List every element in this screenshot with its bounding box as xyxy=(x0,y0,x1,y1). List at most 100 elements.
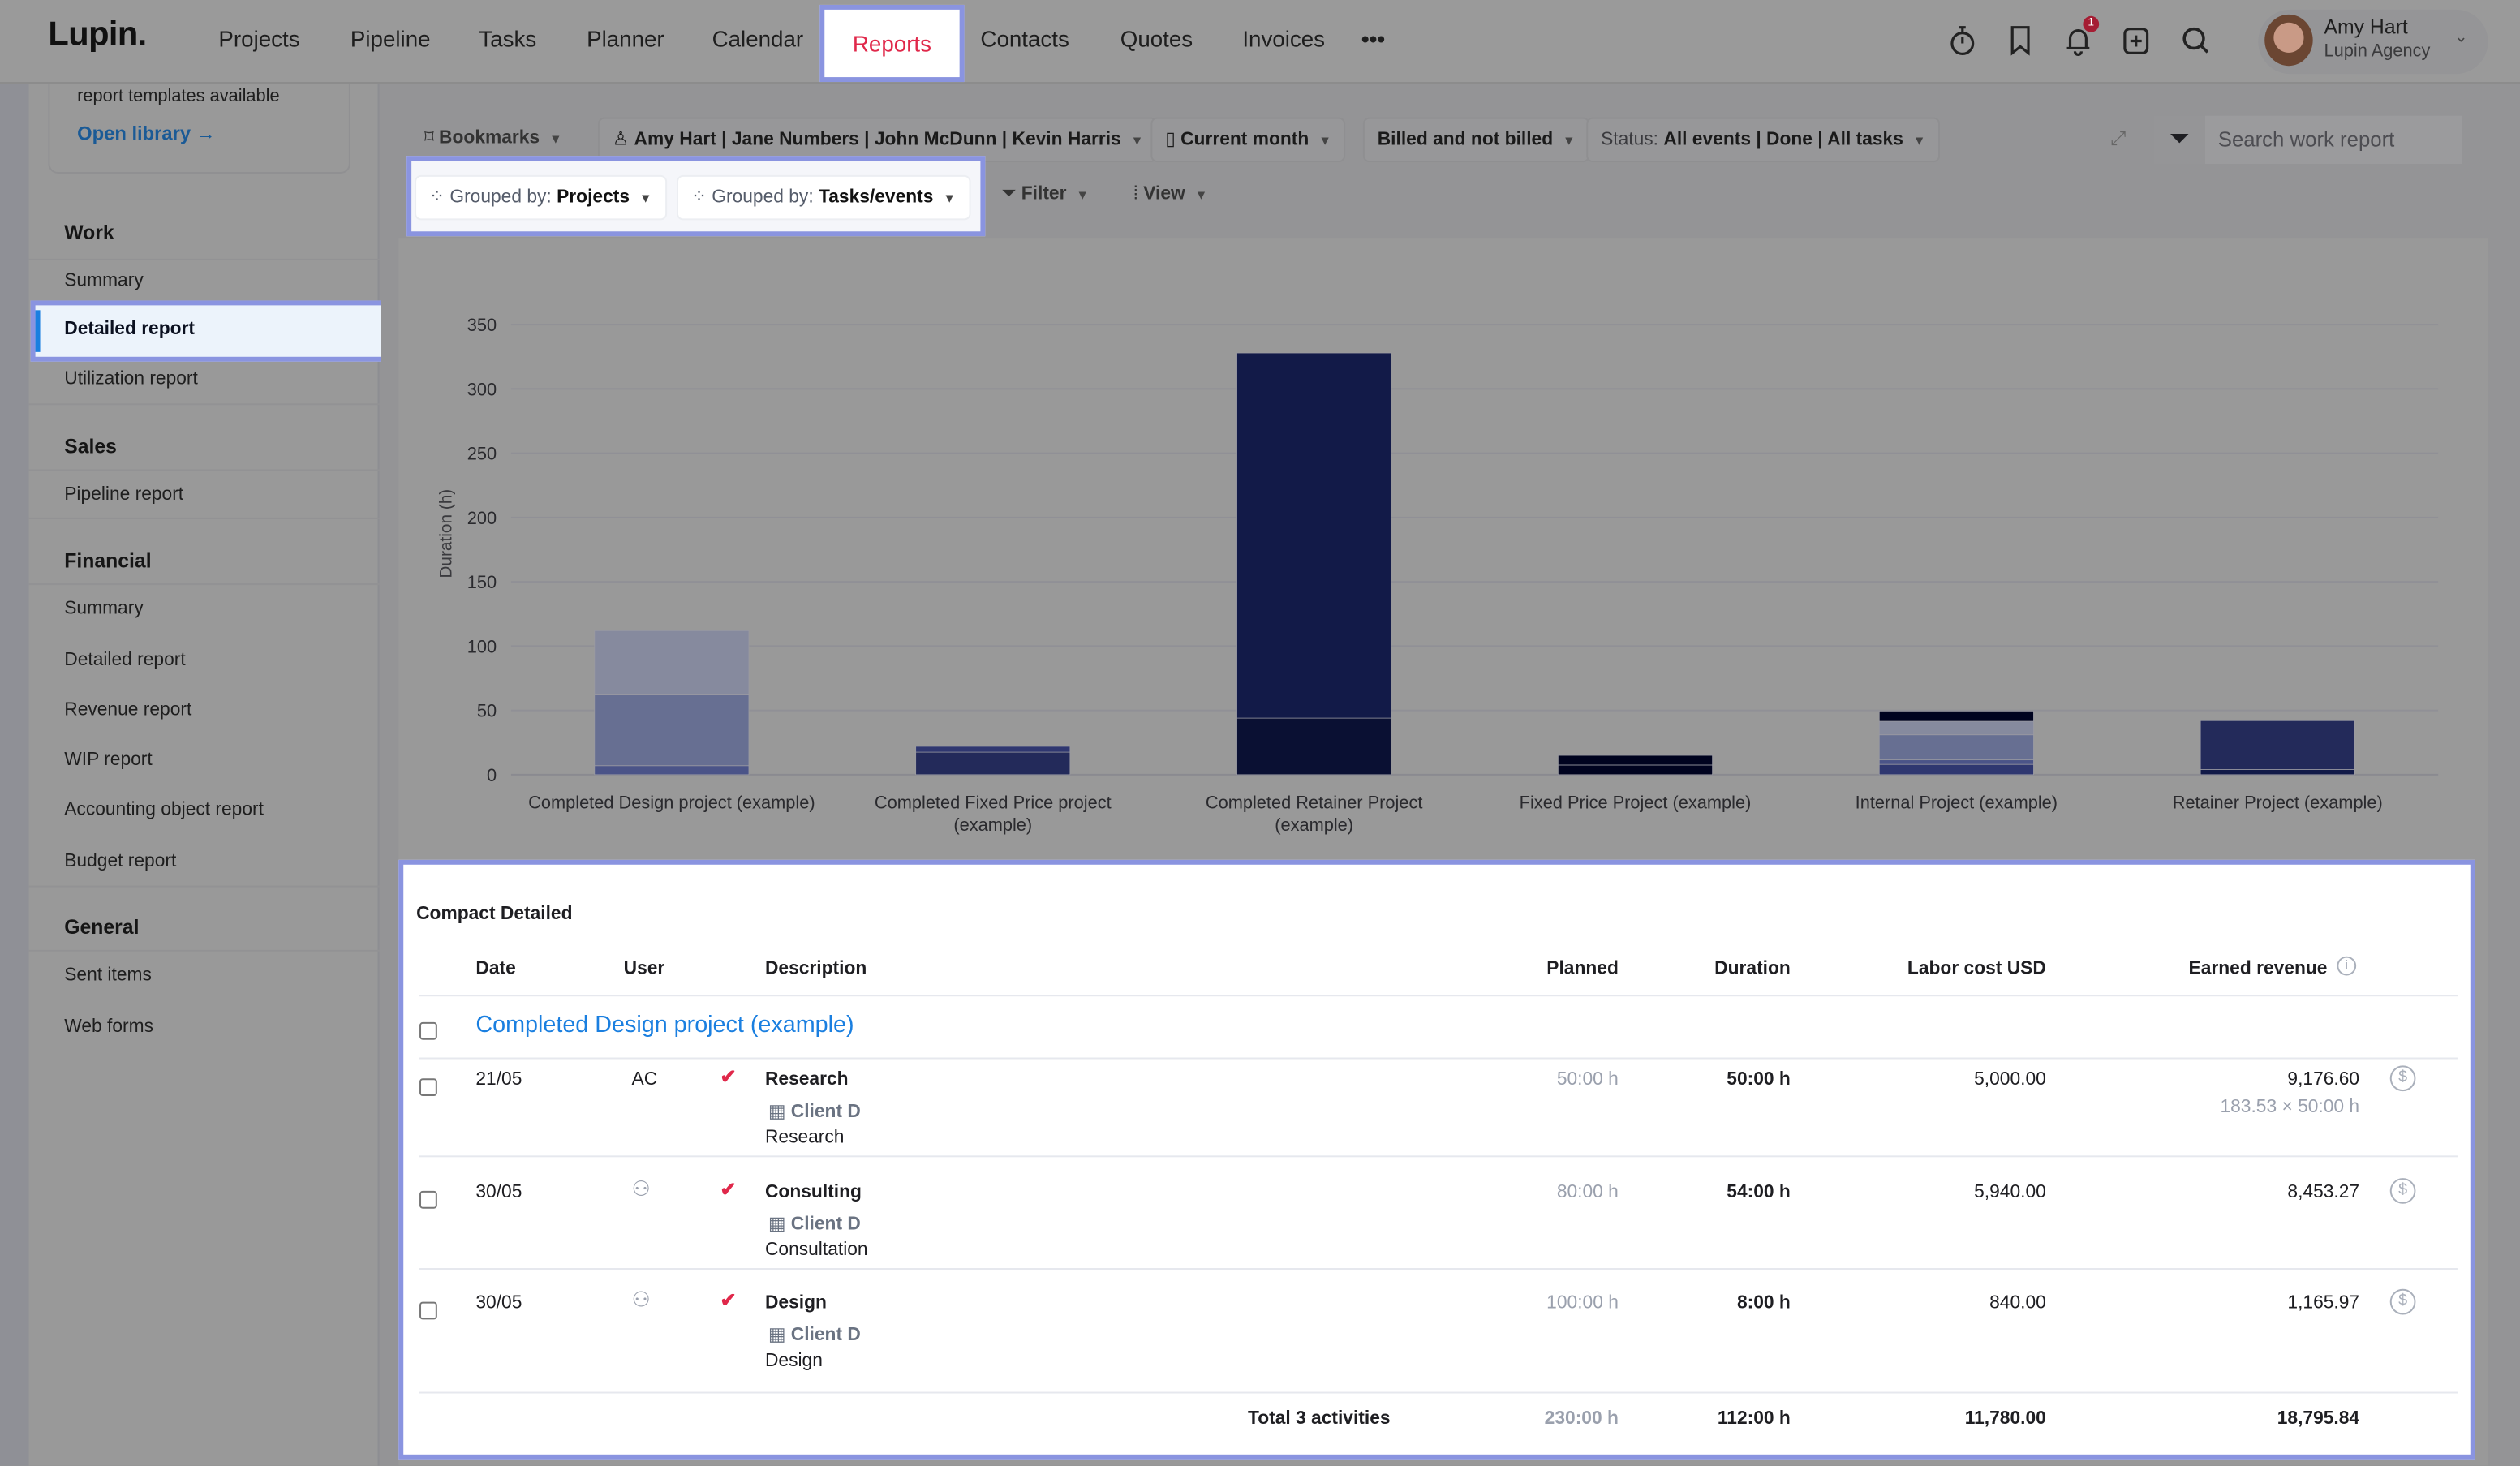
x-tick-label: Completed Retainer Project (example) xyxy=(1206,792,1423,835)
nav-quotes[interactable]: Quotes xyxy=(1120,26,1193,52)
sidebar-item-utilization[interactable]: Utilization report xyxy=(64,370,198,389)
sidebar-item-accounting[interactable]: Accounting object report xyxy=(64,801,264,820)
bar-segment[interactable] xyxy=(1236,717,1392,776)
bar-segment[interactable] xyxy=(2200,769,2355,776)
sidebar-item-webforms[interactable]: Web forms xyxy=(64,1017,153,1037)
group-checkbox[interactable] xyxy=(419,1021,437,1040)
group-by-projects[interactable]: ⁘ Grouped by: Projects ▼ xyxy=(415,174,667,221)
bar-segment[interactable] xyxy=(915,746,1071,753)
building-icon: ▦ xyxy=(768,1215,791,1235)
nav-contacts[interactable]: Contacts xyxy=(980,26,1069,52)
row-date: 21/05 xyxy=(475,1070,522,1090)
section-sales: Sales xyxy=(64,435,117,458)
caret-icon: ▼ xyxy=(639,191,652,206)
bar-segment[interactable] xyxy=(594,694,750,767)
bar-segment[interactable] xyxy=(594,765,750,776)
row-task[interactable]: Research xyxy=(765,1070,849,1090)
view-button[interactable]: ⁞ View ▼ xyxy=(1120,174,1220,218)
nav-invoices[interactable]: Invoices xyxy=(1242,26,1325,52)
open-library-link[interactable]: Open library → xyxy=(77,123,215,145)
row-revenue-detail: 183.53 × 50:00 h xyxy=(2220,1098,2360,1117)
search-input[interactable]: Search work report xyxy=(2204,115,2462,165)
col-labor-cost[interactable]: Labor cost USD xyxy=(1907,960,2046,979)
group-icon: ⁘ xyxy=(690,187,712,208)
bar-segment[interactable] xyxy=(2200,720,2355,770)
row-planned: 100:00 h xyxy=(1546,1293,1619,1313)
nav-calendar[interactable]: Calendar xyxy=(712,26,804,52)
sidebar-item-budget[interactable]: Budget report xyxy=(64,852,176,871)
divider xyxy=(419,1155,2458,1158)
caret-icon: ▼ xyxy=(1563,133,1576,148)
chevron-down-icon[interactable]: ⌄ xyxy=(2454,29,2468,47)
bar-segment[interactable] xyxy=(1236,352,1392,719)
bar-segment[interactable] xyxy=(594,630,750,695)
search-icon[interactable] xyxy=(2179,23,2212,58)
bar-segment[interactable] xyxy=(1558,764,1713,776)
row-client[interactable]: ▦ Client D xyxy=(768,1322,861,1345)
avatar[interactable] xyxy=(2264,14,2313,67)
library-text: report templates available xyxy=(77,86,280,106)
col-date[interactable]: Date xyxy=(475,960,515,979)
add-icon[interactable] xyxy=(2120,23,2152,58)
filter-button[interactable]: ⏷ Filter ▼ xyxy=(988,174,1102,218)
timer-icon[interactable] xyxy=(1946,23,1979,58)
row-checkbox[interactable] xyxy=(419,1078,437,1097)
total-planned: 230:00 h xyxy=(1544,1409,1619,1429)
group-title-link[interactable]: Completed Design project (example) xyxy=(475,1012,854,1038)
col-duration[interactable]: Duration xyxy=(1714,960,1791,979)
sidebar-item-detailed-report-label[interactable]: Detailed report xyxy=(64,320,195,339)
nav-planner[interactable]: Planner xyxy=(587,26,664,52)
bar-segment[interactable] xyxy=(915,751,1071,776)
bar-segment[interactable] xyxy=(1878,759,2034,765)
status-filter[interactable]: Status: All events | Done | All tasks ▼ xyxy=(1586,117,1941,163)
col-user[interactable]: User xyxy=(624,960,665,979)
row-note: Consultation xyxy=(764,1240,868,1261)
row-task[interactable]: Design xyxy=(765,1294,827,1313)
row-checkbox[interactable] xyxy=(419,1190,437,1209)
billing-filter[interactable]: Billed and not billed ▼ xyxy=(1362,117,1590,163)
nav-reports[interactable]: Reports xyxy=(819,4,965,83)
sidebar-item-pipeline[interactable]: Pipeline report xyxy=(64,485,183,505)
nav-pipeline[interactable]: Pipeline xyxy=(350,26,431,52)
done-check-icon: ✔ xyxy=(720,1288,737,1312)
logo[interactable]: Lupin. xyxy=(48,16,147,55)
bar-segment[interactable] xyxy=(1878,720,2034,736)
sidebar-item-revenue[interactable]: Revenue report xyxy=(64,701,191,720)
row-note: Design xyxy=(764,1352,823,1371)
y-tick-label: 250 xyxy=(467,444,497,464)
bar-segment[interactable] xyxy=(1558,754,1713,766)
row-client[interactable]: ▦ Client D xyxy=(768,1099,861,1122)
expand-icon[interactable]: ⤢ xyxy=(2110,127,2126,151)
sidebar-item-fin-detailed[interactable]: Detailed report xyxy=(64,651,185,670)
divider xyxy=(419,1391,2458,1394)
bar-segment[interactable] xyxy=(1878,734,2034,761)
bookmark-icon[interactable] xyxy=(2004,23,2036,58)
col-planned[interactable]: Planned xyxy=(1546,960,1619,979)
nav-projects[interactable]: Projects xyxy=(218,26,299,52)
filter-icon[interactable]: ⏷ xyxy=(2153,115,2205,165)
dollar-icon[interactable]: $ xyxy=(2389,1178,2416,1204)
row-revenue: 1,165.97 xyxy=(2287,1293,2360,1313)
dollar-icon[interactable]: $ xyxy=(2389,1288,2416,1315)
nav-more-icon[interactable]: ••• xyxy=(1361,26,1385,52)
row-date: 30/05 xyxy=(475,1293,522,1313)
sidebar-item-sent[interactable]: Sent items xyxy=(64,966,152,986)
bar-segment[interactable] xyxy=(1878,710,2034,722)
col-description[interactable]: Description xyxy=(765,960,867,979)
sidebar-item-fin-summary[interactable]: Summary xyxy=(64,600,143,619)
group-by-tasks[interactable]: ⁘ Grouped by: Tasks/events ▼ xyxy=(677,174,970,221)
row-checkbox[interactable] xyxy=(419,1301,437,1320)
row-revenue: 9,176.60 xyxy=(2287,1070,2360,1090)
row-client[interactable]: ▦ Client D xyxy=(768,1212,861,1235)
users-icon: ⚇ xyxy=(631,1287,651,1312)
row-planned: 80:00 h xyxy=(1556,1183,1619,1202)
period-filter[interactable]: ▯ Current month ▼ xyxy=(1150,117,1346,163)
dollar-icon[interactable]: $ xyxy=(2389,1065,2416,1092)
sidebar-item-wip[interactable]: WIP report xyxy=(64,750,152,770)
info-icon[interactable]: i xyxy=(2337,956,2357,976)
row-task[interactable]: Consulting xyxy=(765,1183,862,1202)
nav-tasks[interactable]: Tasks xyxy=(479,26,536,52)
col-earned-revenue[interactable]: Earned revenue xyxy=(2189,960,2328,979)
bar-segment[interactable] xyxy=(1878,763,2034,776)
sidebar-item-work-summary[interactable]: Summary xyxy=(64,272,143,291)
